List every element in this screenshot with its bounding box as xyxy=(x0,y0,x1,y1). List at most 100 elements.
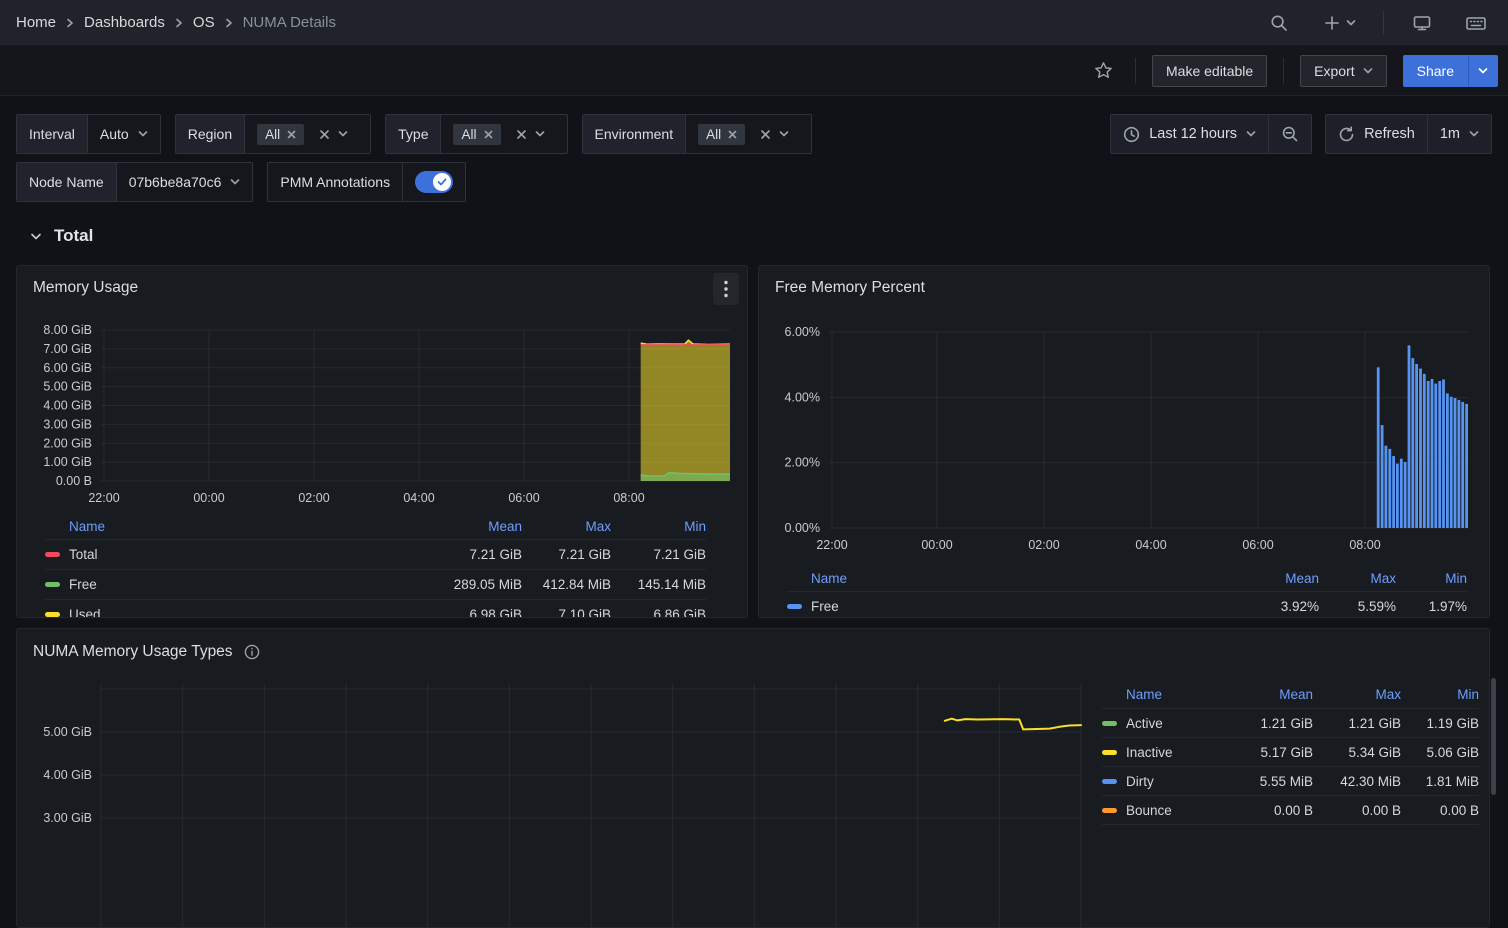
legend-series-free[interactable]: Free xyxy=(787,599,1229,614)
keyboard-icon[interactable] xyxy=(1460,7,1492,39)
chevron-down-icon[interactable] xyxy=(535,130,545,138)
share-button[interactable]: Share xyxy=(1403,55,1468,87)
node-name-value: 07b6be8a70c6 xyxy=(129,174,222,190)
node-name-select[interactable]: 07b6be8a70c6 xyxy=(117,163,253,201)
panel-header[interactable]: NUMA Memory Usage Types xyxy=(17,629,1489,675)
legend-series-dirty[interactable]: Dirty xyxy=(1102,774,1223,789)
panel-header[interactable]: Memory Usage xyxy=(17,266,747,310)
legend-header-max[interactable]: Max xyxy=(522,519,611,534)
remove-chip-icon[interactable] xyxy=(728,130,737,139)
legend-series-inactive[interactable]: Inactive xyxy=(1102,745,1223,760)
legend-header-min[interactable]: Min xyxy=(611,519,706,534)
interval-select[interactable]: Auto xyxy=(88,115,160,153)
section-title: Total xyxy=(54,226,93,246)
type-chip-all[interactable]: All xyxy=(453,124,500,145)
panel-header[interactable]: Free Memory Percent xyxy=(759,266,1489,310)
series-min: 145.14 MiB xyxy=(611,577,706,592)
legend-series-total[interactable]: Total xyxy=(45,547,432,562)
star-icon[interactable] xyxy=(1087,55,1119,87)
refresh-label: Refresh xyxy=(1364,126,1415,142)
breadcrumb-home[interactable]: Home xyxy=(16,14,56,31)
legend-header: Name Mean Max Min xyxy=(787,565,1467,592)
numa-memory-usage-chart[interactable]: 5.00 GiB4.00 GiB3.00 GiB xyxy=(17,677,1097,928)
legend-header-mean[interactable]: Mean xyxy=(1229,571,1319,586)
make-editable-button[interactable]: Make editable xyxy=(1152,55,1267,87)
export-button[interactable]: Export xyxy=(1300,55,1386,87)
legend-header-name[interactable]: Name xyxy=(787,571,1229,586)
time-range-picker[interactable]: Last 12 hours xyxy=(1111,115,1268,153)
share-dropdown-button[interactable] xyxy=(1468,55,1498,87)
top-nav-bar: Home Dashboards OS NUMA Details xyxy=(0,0,1508,46)
monitor-icon[interactable] xyxy=(1406,7,1438,39)
info-icon[interactable] xyxy=(244,644,260,660)
remove-chip-icon[interactable] xyxy=(287,130,296,139)
toolbar-divider xyxy=(1135,58,1136,84)
search-icon[interactable] xyxy=(1263,7,1295,39)
legend-row-active: Active 1.21 GiB 1.21 GiB 1.19 GiB xyxy=(1102,709,1479,738)
svg-text:1.00 GiB: 1.00 GiB xyxy=(43,455,92,469)
refresh-control: Refresh 1m xyxy=(1325,114,1492,154)
legend-series-bounce[interactable]: Bounce xyxy=(1102,803,1223,818)
svg-text:0.00 B: 0.00 B xyxy=(56,474,92,488)
region-select[interactable]: All xyxy=(245,115,370,153)
svg-text:3.00 GiB: 3.00 GiB xyxy=(43,417,92,431)
legend-series-free[interactable]: Free xyxy=(45,577,432,592)
memory-usage-legend: Name Mean Max Min Total 7.21 GiB 7.21 Gi… xyxy=(17,513,747,618)
legend-header-max[interactable]: Max xyxy=(1319,571,1396,586)
environment-select[interactable]: All xyxy=(686,115,811,153)
section-total-toggle[interactable]: Total xyxy=(30,226,93,246)
clear-all-icon[interactable] xyxy=(319,129,330,140)
series-mean: 1.21 GiB xyxy=(1223,716,1313,731)
legend-row-free: Free 3.92% 5.59% 1.97% xyxy=(787,592,1467,618)
svg-text:22:00: 22:00 xyxy=(88,491,119,505)
chevron-down-icon[interactable] xyxy=(779,130,789,138)
series-min: 1.81 MiB xyxy=(1401,774,1479,789)
panel-memory-usage: Memory Usage 8.00 GiB7.00 GiB6.00 GiB5.0… xyxy=(16,265,748,618)
series-name: Dirty xyxy=(1126,774,1154,789)
interval-filter: Interval Auto xyxy=(16,114,161,154)
legend-row-total: Total 7.21 GiB 7.21 GiB 7.21 GiB xyxy=(45,540,706,570)
legend-header-name[interactable]: Name xyxy=(1102,687,1223,702)
legend-header-min[interactable]: Min xyxy=(1401,687,1479,702)
legend-header-mean[interactable]: Mean xyxy=(432,519,522,534)
legend-series-active[interactable]: Active xyxy=(1102,716,1223,731)
breadcrumb-os[interactable]: OS xyxy=(193,14,215,31)
chevron-right-icon xyxy=(225,18,233,28)
series-mean: 5.55 MiB xyxy=(1223,774,1313,789)
chevron-down-icon[interactable] xyxy=(338,130,348,138)
legend-header-min[interactable]: Min xyxy=(1396,571,1467,586)
svg-text:7.00 GiB: 7.00 GiB xyxy=(43,342,92,356)
refresh-button[interactable]: Refresh xyxy=(1326,115,1427,153)
legend-series-used[interactable]: Used xyxy=(45,607,432,618)
chevron-down-icon xyxy=(30,232,42,241)
region-chip-all[interactable]: All xyxy=(257,124,304,145)
add-menu-button[interactable] xyxy=(1317,7,1361,39)
zoom-out-button[interactable] xyxy=(1268,115,1311,153)
breadcrumb-dashboards[interactable]: Dashboards xyxy=(84,14,165,31)
chevron-down-icon xyxy=(1346,19,1356,27)
panel-free-memory-percent: Free Memory Percent 6.00%4.00%2.00%0.00%… xyxy=(758,265,1490,618)
memory-usage-chart[interactable]: 8.00 GiB7.00 GiB6.00 GiB5.00 GiB4.00 GiB… xyxy=(17,310,748,510)
free-memory-percent-chart[interactable]: 6.00%4.00%2.00%0.00%22:0000:0002:0004:00… xyxy=(759,310,1490,560)
panel-menu-kebab-icon[interactable] xyxy=(713,273,739,305)
svg-text:3.00 GiB: 3.00 GiB xyxy=(43,811,92,825)
pmm-annotations-toggle[interactable] xyxy=(415,171,453,193)
series-max: 1.21 GiB xyxy=(1313,716,1401,731)
refresh-interval-value: 1m xyxy=(1440,126,1460,142)
legend-header-name[interactable]: Name xyxy=(45,519,432,534)
legend-header-max[interactable]: Max xyxy=(1313,687,1401,702)
series-name: Free xyxy=(69,577,97,592)
dashboard-scrollbar[interactable] xyxy=(1491,678,1496,795)
series-max: 7.10 GiB xyxy=(522,607,611,618)
chevron-down-icon xyxy=(1246,130,1256,138)
clear-all-icon[interactable] xyxy=(516,129,527,140)
type-select[interactable]: All xyxy=(441,115,566,153)
remove-chip-icon[interactable] xyxy=(484,130,493,139)
clear-all-icon[interactable] xyxy=(760,129,771,140)
legend-header-mean[interactable]: Mean xyxy=(1223,687,1313,702)
refresh-interval-select[interactable]: 1m xyxy=(1427,115,1491,153)
legend-row-bounce: Bounce 0.00 B 0.00 B 0.00 B xyxy=(1102,796,1479,825)
series-max: 42.30 MiB xyxy=(1313,774,1401,789)
region-chip-label: All xyxy=(265,127,280,142)
environment-chip-all[interactable]: All xyxy=(698,124,745,145)
